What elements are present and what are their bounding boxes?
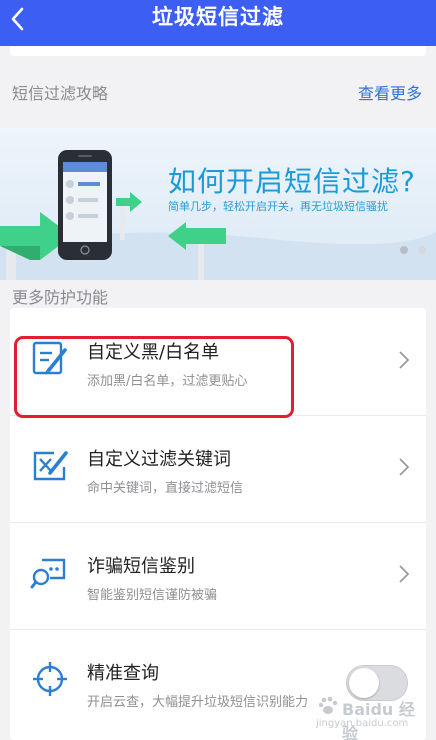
item-subtitle: 智能鉴别短信谨防被骗: [87, 588, 218, 603]
carousel-dot-1[interactable]: [400, 246, 408, 254]
chevron-right-icon: [399, 565, 410, 583]
chevron-right-icon: [399, 351, 410, 369]
banner-title: 如何开启短信过滤?: [168, 165, 416, 198]
item-title: 精准查询: [87, 663, 159, 684]
top-card-edge: [10, 46, 426, 56]
paw-logo-icon: [318, 696, 338, 714]
watermark-url: jingyan.baidu.com: [316, 718, 409, 729]
chevron-right-icon: [399, 458, 410, 476]
item-title: 诈骗短信鉴别: [87, 556, 195, 577]
guide-section-title: 短信过滤攻略: [12, 84, 109, 103]
toggle-knob: [349, 668, 379, 698]
item-title: 自定义过滤关键词: [87, 449, 231, 470]
list-item-fraud-detect[interactable]: 诈骗短信鉴别 智能鉴别短信谨防被骗: [10, 522, 426, 629]
app-header: 垃圾短信过滤: [0, 0, 436, 46]
item-title: 自定义黑/白名单: [87, 342, 220, 363]
view-more-link[interactable]: 查看更多: [358, 80, 422, 104]
watermark: Baidu 经验 jingyan.baidu.com: [316, 696, 428, 740]
keyword-filter-icon: [33, 451, 68, 481]
list-item-keywords[interactable]: 自定义过滤关键词 命中关键词，直接过滤短信: [10, 415, 426, 522]
guide-banner[interactable]: 如何开启短信过滤? 简单几步，轻松开启开关，再无垃圾短信骚扰: [0, 128, 436, 280]
edit-list-icon: [32, 341, 67, 375]
item-subtitle: 命中关键词，直接过滤短信: [87, 481, 244, 496]
carousel-dot-2[interactable]: [418, 246, 426, 254]
item-subtitle: 开启云查，大幅提升垃圾短信识别能力: [87, 695, 309, 710]
banner-subtitle: 简单几步，轻松开启开关，再无垃圾短信骚扰: [168, 200, 388, 213]
protection-section-title: 更多防护功能: [12, 288, 109, 307]
crosshair-icon: [33, 662, 67, 696]
fraud-detect-icon: [30, 558, 66, 589]
item-subtitle: 添加黑/白名单，过滤更贴心: [87, 374, 248, 389]
list-item-blacklist[interactable]: 自定义黑/白名单 添加黑/白名单，过滤更贴心: [10, 308, 426, 415]
page-title: 垃圾短信过滤: [152, 5, 284, 29]
